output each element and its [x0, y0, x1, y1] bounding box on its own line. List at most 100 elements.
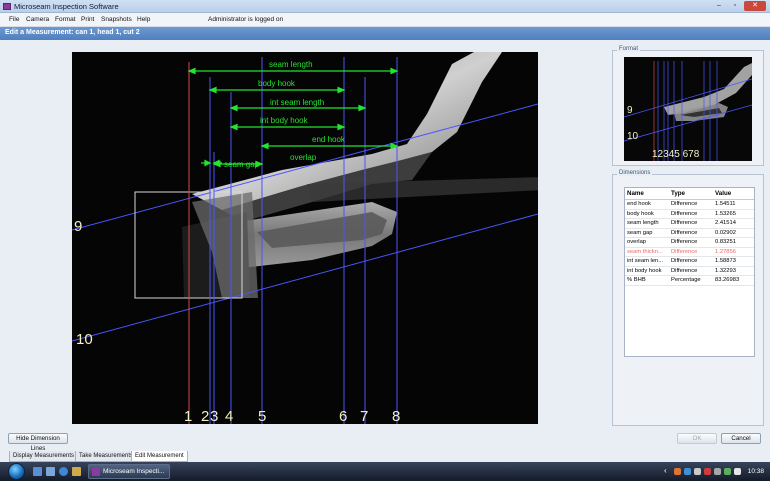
cell-type: Difference — [669, 209, 713, 219]
vertical-number-6: 6 — [339, 408, 347, 424]
app-icon — [3, 3, 11, 10]
system-tray: ‹ 10:38 — [664, 462, 770, 481]
page-header: Edit a Measurement: can 1, head 1, cut 2 — [0, 27, 770, 40]
vertical-number-3: 3 — [210, 408, 218, 424]
label-int-body-hook: int body hook — [260, 116, 309, 125]
start-button[interactable] — [8, 463, 25, 480]
vertical-number-8: 8 — [392, 408, 400, 424]
table-row[interactable]: seam thickn... Difference 1.27856 — [625, 247, 754, 257]
table-row[interactable]: int body hook Difference 1.32293 — [625, 266, 754, 276]
page-title: Edit a Measurement: can 1, head 1, cut 2 — [5, 29, 140, 36]
tab-take-measurements[interactable]: Take Measurements — [75, 451, 138, 462]
dimensions-panel: Dimensions Name Type Value end hook Diffe… — [612, 170, 764, 426]
table-row[interactable]: overlap Difference 0.83251 — [625, 237, 754, 248]
os-taskbar: Microseam Inspecti... ‹ 10:38 — [0, 462, 770, 481]
menu-camera[interactable]: Camera — [26, 16, 49, 23]
format-vertical-labels: 12345 678 — [652, 149, 700, 160]
dimensions-table-header: Name Type Value — [625, 188, 754, 200]
quicklaunch-desktop-icon[interactable] — [33, 467, 42, 476]
table-row[interactable]: seam gap Difference 0.02902 — [625, 228, 754, 238]
table-row[interactable]: seam length Difference 2.41514 — [625, 218, 754, 229]
format-label-10: 10 — [627, 131, 639, 142]
menu-file[interactable]: File — [9, 16, 19, 23]
vertical-number-5: 5 — [258, 408, 266, 424]
tray-app-icon[interactable] — [674, 468, 681, 475]
menu-print[interactable]: Print — [81, 16, 94, 23]
menu-help[interactable]: Help — [137, 16, 150, 23]
tab-display-measurements[interactable]: Display Measurements — [9, 451, 79, 462]
tray-monitor-icon[interactable] — [724, 468, 731, 475]
label-end-hook: end hook — [312, 135, 346, 144]
tray-security-icon[interactable] — [704, 468, 711, 475]
format-panel: Format 9 10 12345 678 — [612, 46, 764, 166]
quicklaunch-explorer-icon[interactable] — [46, 467, 55, 476]
cell-value: 1.58873 — [713, 256, 754, 267]
quicklaunch-media-icon[interactable] — [72, 467, 81, 476]
cell-type: Difference — [669, 228, 713, 238]
maximize-button[interactable]: ▫ — [728, 1, 742, 11]
cell-type: Difference — [669, 247, 713, 257]
view-tabs: Display Measurements Take Measurements E… — [0, 451, 770, 462]
cell-name: int seam len... — [625, 256, 669, 267]
cell-value: 0.02902 — [713, 228, 754, 238]
tray-network-icon[interactable] — [684, 468, 691, 475]
column-header-type[interactable]: Type — [669, 188, 713, 200]
cell-type: Difference — [669, 256, 713, 267]
cell-name: % BHB — [625, 275, 669, 286]
quicklaunch-browser-icon[interactable] — [59, 467, 68, 476]
window-titlebar: Microseam Inspection Software – ▫ ✕ — [0, 0, 770, 13]
tab-edit-measurement[interactable]: Edit Measurement — [131, 451, 188, 462]
cell-value: 0.83251 — [713, 237, 754, 248]
ok-button[interactable]: OK — [677, 433, 717, 444]
cell-value: 2.41514 — [713, 218, 754, 229]
cell-name: end hook — [625, 199, 669, 210]
menu-bar: File Camera Format Print Snapshots Help … — [0, 13, 770, 27]
tray-device-icon[interactable] — [714, 468, 721, 475]
hide-dimension-lines-button[interactable]: Hide Dimension Lines — [8, 433, 68, 452]
table-row[interactable]: body hook Difference 1.53265 — [625, 209, 754, 219]
label-body-hook: body hook — [258, 79, 296, 88]
tray-sync-icon[interactable] — [694, 468, 701, 475]
clock[interactable]: 10:38 — [748, 468, 764, 475]
cell-name: int body hook — [625, 266, 669, 276]
seam-image — [182, 52, 538, 298]
column-header-value[interactable]: Value — [713, 188, 754, 200]
line-number-9: 9 — [74, 218, 82, 235]
line-number-10: 10 — [76, 331, 93, 348]
format-label-9: 9 — [627, 105, 633, 116]
table-row[interactable]: % BHB Percentage 83.26983 — [625, 275, 754, 286]
cell-type: Difference — [669, 266, 713, 276]
menu-format[interactable]: Format — [55, 16, 76, 23]
label-overlap: overlap — [290, 153, 317, 162]
taskbar-app-microseam[interactable]: Microseam Inspecti... — [88, 464, 170, 479]
cell-value: 1.27856 — [713, 247, 754, 257]
format-panel-title: Format — [617, 46, 641, 52]
cell-name: body hook — [625, 209, 669, 219]
cell-value: 1.32293 — [713, 266, 754, 276]
dimensions-panel-title: Dimensions — [617, 170, 653, 176]
cell-type: Difference — [669, 218, 713, 229]
label-seam-length: seam length — [269, 60, 313, 69]
window-title: Microseam Inspection Software — [14, 2, 119, 11]
vertical-number-1: 1 — [184, 408, 192, 424]
column-header-name[interactable]: Name — [625, 188, 669, 200]
tray-volume-icon[interactable] — [734, 468, 741, 475]
cell-name: seam gap — [625, 228, 669, 238]
taskbar-app-label: Microseam Inspecti... — [103, 468, 165, 475]
format-thumbnail-graphic: 9 10 12345 678 — [624, 61, 752, 161]
label-seam-gap: seam gap — [224, 160, 260, 169]
minimize-button[interactable]: – — [712, 1, 726, 11]
cell-value: 1.53265 — [713, 209, 754, 219]
cancel-button[interactable]: Cancel — [721, 433, 761, 444]
cell-value: 1.54511 — [713, 199, 754, 210]
cell-type: Difference — [669, 237, 713, 248]
close-button[interactable]: ✕ — [744, 1, 766, 11]
taskbar-app-icon — [92, 468, 100, 476]
measurement-image-viewer[interactable]: seam length body hook int seam length in… — [72, 52, 538, 424]
dimensions-table: Name Type Value end hook Difference 1.5451… — [624, 187, 755, 357]
table-row[interactable]: end hook Difference 1.54511 — [625, 199, 754, 210]
table-row[interactable]: int seam len... Difference 1.58873 — [625, 256, 754, 267]
menu-snapshots[interactable]: Snapshots — [101, 16, 132, 23]
format-thumbnail[interactable]: 9 10 12345 678 — [624, 57, 752, 161]
tray-expand-arrow[interactable]: ‹ — [664, 466, 667, 475]
